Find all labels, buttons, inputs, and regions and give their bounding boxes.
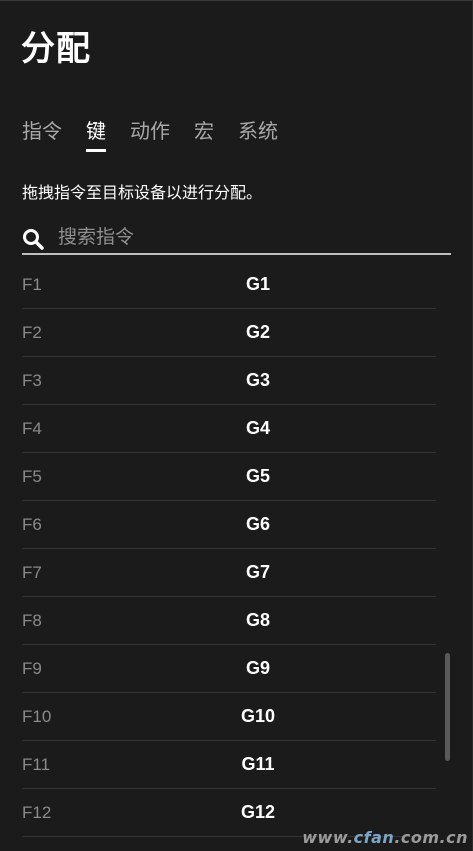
search-bar xyxy=(22,223,451,255)
key-label: F8 xyxy=(22,611,42,630)
g-key-label: G4 xyxy=(245,418,270,438)
g-key-label: G12 xyxy=(240,802,276,822)
scrollbar-thumb[interactable] xyxy=(445,653,450,761)
key-row[interactable]: F7 G7 xyxy=(22,549,436,597)
key-label: F12 xyxy=(22,803,52,822)
key-label: F4 xyxy=(22,419,42,438)
watermark-accent: cfan xyxy=(353,828,395,847)
key-row[interactable]: F3 G3 xyxy=(22,357,436,405)
tab-bar: 指令 键 动作 宏 系统 xyxy=(22,115,302,152)
key-row[interactable]: F9 G9 xyxy=(22,645,436,693)
watermark: www.cfan.com.cn xyxy=(302,828,468,847)
watermark-suffix: .com.cn xyxy=(394,828,468,847)
instruction-text: 拖拽指令至目标设备以进行分配。 xyxy=(22,183,263,202)
watermark-prefix: www. xyxy=(302,828,354,847)
key-row[interactable]: F4 G4 xyxy=(22,405,436,453)
key-row[interactable]: F10 G10 xyxy=(22,693,436,741)
key-label: F6 xyxy=(22,515,42,534)
g-key-label: G1 xyxy=(245,274,270,294)
g-key-label: G2 xyxy=(245,322,270,342)
g-key-label: G5 xyxy=(245,466,270,486)
g-key-label: G8 xyxy=(245,610,270,630)
g-key-label: G3 xyxy=(245,370,270,390)
assignments-panel: 分配 指令 键 动作 宏 系统 拖拽指令至目标设备以进行分配。 F1 G1 F2 G2… xyxy=(0,0,473,851)
key-row[interactable]: F8 G8 xyxy=(22,597,436,645)
tab-actions[interactable]: 动作 xyxy=(130,115,170,152)
key-row[interactable]: F1 G1 xyxy=(22,261,436,309)
search-icon xyxy=(23,229,44,250)
key-label: F11 xyxy=(22,755,51,774)
g-key-label: G7 xyxy=(245,562,270,582)
g-key-label: G9 xyxy=(245,658,270,678)
key-row[interactable]: F6 G6 xyxy=(22,501,436,549)
key-list: F1 G1 F2 G2 F3 G3 F4 G4 F5 G5 F6 G6 F7 G7 F8 G8 F9 G9 F10 G… xyxy=(0,261,440,837)
g-key-label: G10 xyxy=(240,706,276,726)
key-label: F1 xyxy=(22,275,42,294)
key-label: F2 xyxy=(22,323,42,342)
key-label: F7 xyxy=(22,563,42,582)
tab-commands[interactable]: 指令 xyxy=(22,115,62,152)
page-title: 分配 xyxy=(21,29,91,69)
search-input[interactable] xyxy=(58,223,438,251)
key-label: F9 xyxy=(22,659,42,678)
key-row[interactable]: F11 G11 xyxy=(22,741,436,789)
tab-macros[interactable]: 宏 xyxy=(194,115,214,152)
tab-system[interactable]: 系统 xyxy=(238,115,278,152)
tab-keys[interactable]: 键 xyxy=(86,115,106,152)
key-row[interactable]: F5 G5 xyxy=(22,453,436,501)
key-label: F3 xyxy=(22,371,42,390)
g-key-label: G6 xyxy=(245,514,270,534)
key-row[interactable]: F2 G2 xyxy=(22,309,436,357)
g-key-label: G11 xyxy=(241,754,275,774)
key-label: F10 xyxy=(22,707,52,726)
key-label: F5 xyxy=(22,467,42,486)
